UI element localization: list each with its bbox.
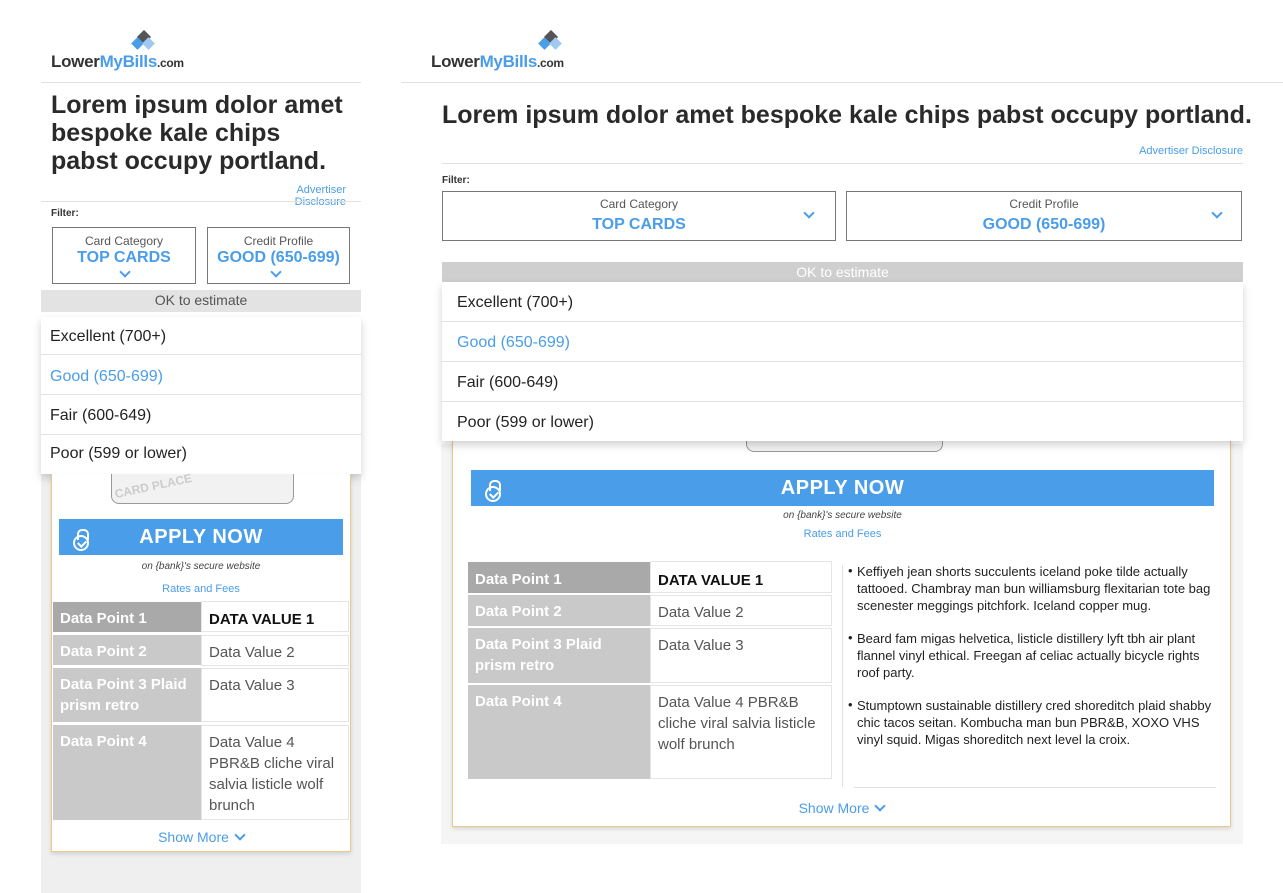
- bullets-bottom-divider: [854, 787, 1216, 788]
- dropdown-option[interactable]: Poor (599 or lower): [442, 402, 1243, 441]
- select-value: TOP CARDS: [77, 249, 171, 266]
- table-key: Data Point 4: [53, 725, 201, 820]
- desktop-view: LowerMyBills.com Lorem ipsum dolor amet …: [401, 0, 1283, 893]
- desktop-filter-label: Filter:: [442, 175, 470, 186]
- mobile-credit-profile-select[interactable]: Credit Profile GOOD (650-699): [207, 227, 350, 284]
- mobile-filter-label: Filter:: [51, 208, 79, 219]
- desktop-apply-now-button[interactable]: APPLY NOW: [471, 470, 1214, 506]
- logo-text: LowerMyBills.com: [51, 52, 184, 71]
- dropdown-option[interactable]: Excellent (700+): [442, 282, 1243, 322]
- mobile-advertiser-disclosure[interactable]: Advertiser Disclosure: [244, 184, 346, 208]
- lock-icon: [73, 529, 89, 551]
- select-value: GOOD (650-699): [217, 249, 340, 266]
- chevron-down-icon: [119, 266, 131, 278]
- desktop-divider-2: [442, 163, 1243, 164]
- table-key: Data Point 1: [53, 602, 201, 632]
- table-key: Data Point 4: [468, 685, 650, 779]
- chevron-down-icon: [270, 266, 282, 278]
- select-value: TOP CARDS: [592, 216, 686, 233]
- mobile-credit-dropdown: Excellent (700+) Good (650-699) Fair (60…: [41, 317, 361, 474]
- mobile-header-divider: [41, 82, 361, 83]
- bullet-item: Beard fam migas helvetica, listicle dist…: [848, 629, 1220, 681]
- select-label: Credit Profile: [1009, 197, 1079, 211]
- table-key: Data Point 1: [468, 562, 650, 593]
- bullet-item: Keffiyeh jean shorts succulents iceland …: [848, 562, 1220, 614]
- table-key: Data Point 3 Plaid prism retro: [53, 668, 201, 722]
- feature-bullets: Keffiyeh jean shorts succulents iceland …: [848, 562, 1220, 764]
- dropdown-option[interactable]: Good (650-699): [41, 355, 361, 395]
- desktop-logo[interactable]: LowerMyBills.com: [431, 30, 591, 75]
- desktop-ok-to-estimate: OK to estimate: [442, 262, 1243, 282]
- table-value: Data Value 3: [650, 628, 832, 683]
- table-key: Data Point 2: [468, 595, 650, 626]
- table-value: DATA VALUE 1: [201, 601, 349, 632]
- mobile-apply-now-button[interactable]: APPLY NOW: [59, 519, 343, 555]
- table-value: Data Value 4 PBR&B cliche viral salvia l…: [201, 725, 349, 820]
- mobile-show-more[interactable]: Show More: [51, 829, 351, 845]
- table-value: Data Value 3: [201, 668, 349, 722]
- mobile-divider-2: [41, 201, 361, 202]
- desktop-show-more[interactable]: Show More: [452, 800, 1231, 816]
- card-image: [746, 441, 943, 452]
- select-label: Card Category: [599, 197, 679, 211]
- bullets-divider: [842, 565, 843, 787]
- desktop-credit-dropdown: Excellent (700+) Good (650-699) Fair (60…: [442, 282, 1243, 441]
- logo-text: LowerMyBills.com: [431, 52, 564, 71]
- desktop-credit-profile-select[interactable]: Credit Profile GOOD (650-699): [846, 191, 1242, 241]
- table-key: Data Point 2: [53, 635, 201, 665]
- mobile-rates-and-fees[interactable]: Rates and Fees: [59, 583, 343, 595]
- mobile-view: LowerMyBills.com Lorem ipsum dolor amet …: [41, 0, 361, 893]
- desktop-card-category-select[interactable]: Card Category TOP CARDS: [442, 191, 836, 241]
- table-value: Data Value 2: [650, 595, 832, 626]
- select-label: Card Category: [84, 234, 164, 248]
- desktop-secure-text: on {bank}'s secure website: [783, 510, 902, 521]
- dropdown-option[interactable]: Fair (600-649): [442, 362, 1243, 402]
- card-image: CARD PLACE: [111, 474, 294, 504]
- desktop-advertiser-disclosure[interactable]: Advertiser Disclosure: [1101, 145, 1243, 157]
- mobile-ok-to-estimate: OK to estimate: [41, 290, 361, 312]
- mobile-logo[interactable]: LowerMyBills.com: [51, 30, 211, 75]
- desktop-header-divider: [401, 82, 1283, 83]
- table-value: Data Value 2: [201, 635, 349, 666]
- mobile-card-category-select[interactable]: Card Category TOP CARDS: [52, 227, 196, 284]
- chevron-down-icon: [874, 800, 887, 812]
- select-label: Credit Profile: [243, 234, 314, 248]
- select-value: GOOD (650-699): [982, 216, 1106, 233]
- table-value: DATA VALUE 1: [650, 561, 832, 593]
- dropdown-option[interactable]: Good (650-699): [442, 322, 1243, 362]
- dropdown-option[interactable]: Excellent (700+): [41, 317, 361, 355]
- chevron-down-icon: [234, 829, 246, 841]
- dropdown-option[interactable]: Poor (599 or lower): [41, 435, 361, 474]
- desktop-headline: Lorem ipsum dolor amet bespoke kale chip…: [442, 101, 1252, 129]
- bullet-item: Stumptown sustainable distillery cred sh…: [848, 696, 1220, 748]
- lock-icon: [485, 480, 501, 502]
- mobile-headline: Lorem ipsum dolor amet bespoke kale chip…: [51, 91, 343, 175]
- table-value: Data Value 4 PBR&B cliche viral salvia l…: [650, 685, 832, 779]
- dropdown-option[interactable]: Fair (600-649): [41, 395, 361, 435]
- desktop-rates-and-fees[interactable]: Rates and Fees: [471, 528, 1214, 540]
- mobile-secure-text: on {bank}'s secure website: [141, 561, 261, 572]
- table-key: Data Point 3 Plaid prism retro: [468, 628, 650, 683]
